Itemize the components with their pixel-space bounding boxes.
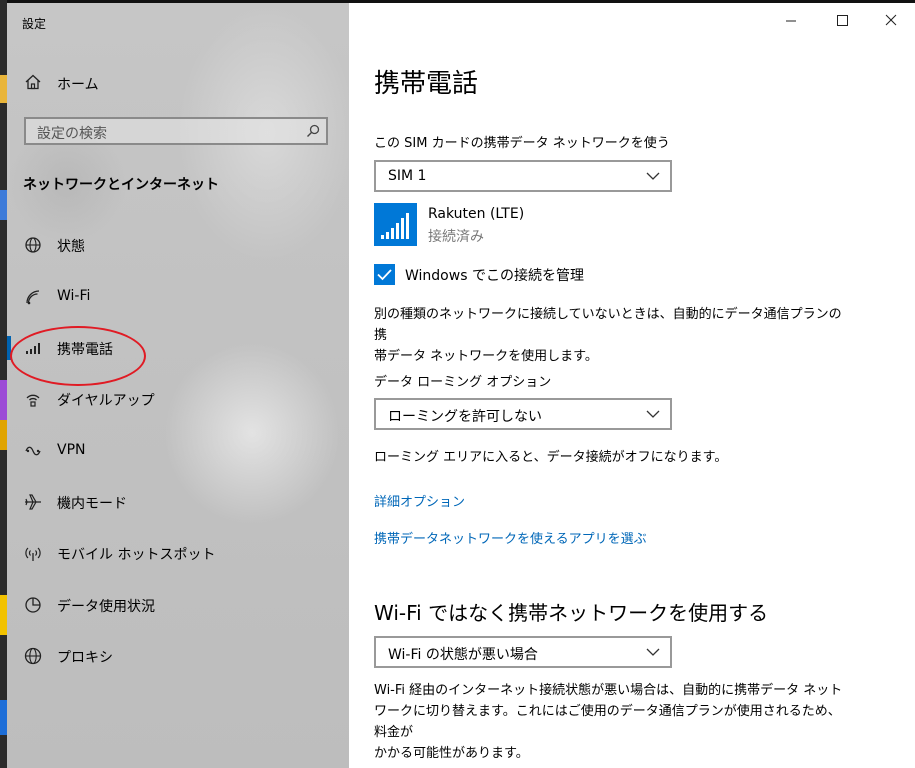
sidebar-item-label: Wi-Fi	[57, 288, 91, 304]
desktop-background	[0, 0, 7, 768]
sidebar-item-proxy[interactable]: プロキシ	[7, 636, 349, 676]
home-icon	[25, 74, 41, 90]
choose-apps-link[interactable]: 携帯データネットワークを使えるアプリを選ぶ	[374, 528, 647, 547]
network-name: Rakuten (LTE)	[428, 206, 525, 222]
minimize-icon	[786, 20, 796, 22]
roaming-label: データ ローミング オプション	[374, 375, 552, 390]
data-usage-icon	[25, 597, 41, 613]
sidebar-item-hotspot[interactable]: モバイル ホットスポット	[7, 533, 349, 573]
sidebar-item-wifi[interactable]: Wi-Fi	[7, 277, 349, 317]
settings-search-input[interactable]: 設定の検索	[24, 117, 328, 145]
chevron-down-icon	[646, 648, 660, 656]
dialup-icon	[26, 394, 40, 407]
search-icon	[307, 124, 320, 137]
desc-line: ワークに切り替えます。これにはご使用のデータ通信プランが使用されるため、料金が	[374, 704, 841, 740]
roaming-dropdown-value: ローミングを許可しない	[388, 409, 542, 425]
search-placeholder: 設定の検索	[37, 126, 107, 142]
vpn-icon	[25, 446, 41, 456]
wifi-icon	[26, 290, 40, 305]
sidebar-item-label: VPN	[57, 442, 86, 458]
desc-line: かかる可能性があります。	[374, 746, 529, 761]
sidebar-item-status[interactable]: 状態	[7, 225, 349, 265]
sidebar-item-label: モバイル ホットスポット	[57, 547, 216, 563]
auto-connect-description: 別の種類のネットワークに接続していないときは、自動的にデータ通信プランの携 帯デ…	[374, 304, 844, 367]
sim-select-label: この SIM カードの携帯データ ネットワークを使う	[374, 136, 670, 151]
sidebar-item-label: 状態	[57, 239, 85, 255]
roaming-dropdown[interactable]: ローミングを許可しない	[374, 398, 672, 430]
manage-connection-label: Windows でこの接続を管理	[405, 268, 584, 284]
roaming-description: ローミング エリアに入ると、データ接続がオフになります。	[374, 450, 728, 465]
settings-sidebar: 設定 ホーム 設定の検索 ネットワークとインターネット 状態 Wi-Fi 携帯電…	[7, 3, 349, 768]
wifi-fallback-dropdown-value: Wi-Fi の状態が悪い場合	[388, 647, 538, 663]
close-button[interactable]	[867, 3, 915, 35]
sidebar-item-label: ダイヤルアップ	[57, 393, 155, 409]
maximize-icon	[837, 15, 848, 26]
sidebar-home-label: ホーム	[57, 77, 99, 93]
wifi-fallback-heading: Wi-Fi ではなく携帯ネットワークを使用する	[374, 601, 769, 625]
sidebar-item-vpn[interactable]: VPN	[7, 431, 349, 471]
manage-connection-checkbox[interactable]	[374, 264, 395, 285]
hotspot-icon	[25, 547, 41, 561]
cellular-signal-icon	[381, 213, 409, 239]
proxy-globe-icon	[24, 647, 42, 665]
close-icon	[885, 14, 897, 26]
desc-line: Wi-Fi 経由のインターネット接続状態が悪い場合は、自動的に携帯データ ネット	[374, 683, 843, 698]
airplane-icon	[25, 494, 41, 510]
minimize-button[interactable]	[767, 3, 815, 35]
wifi-fallback-description: Wi-Fi 経由のインターネット接続状態が悪い場合は、自動的に携帯データ ネット…	[374, 680, 844, 764]
checkmark-icon	[377, 269, 392, 281]
sidebar-item-data-usage[interactable]: データ使用状況	[7, 585, 349, 625]
sidebar-item-dialup[interactable]: ダイヤルアップ	[7, 379, 349, 419]
page-title: 携帯電話	[374, 69, 479, 99]
settings-content: 携帯電話 この SIM カードの携帯データ ネットワークを使う SIM 1 Ra…	[349, 3, 915, 768]
sim-dropdown-value: SIM 1	[388, 168, 427, 184]
desc-line: 別の種類のネットワークに接続していないときは、自動的にデータ通信プランの携	[374, 307, 842, 343]
sidebar-item-label: 機内モード	[57, 496, 127, 512]
sidebar-section-title: ネットワークとインターネット	[23, 177, 219, 193]
app-title: 設定	[22, 17, 47, 31]
sidebar-home[interactable]: ホーム	[7, 65, 349, 101]
chevron-down-icon	[646, 172, 660, 180]
chevron-down-icon	[646, 410, 660, 418]
maximize-button[interactable]	[818, 3, 866, 35]
red-annotation-ellipse	[10, 326, 146, 386]
desc-line: 帯データ ネットワークを使用します。	[374, 349, 598, 364]
sidebar-item-airplane[interactable]: 機内モード	[7, 482, 349, 522]
advanced-options-link[interactable]: 詳細オプション	[374, 491, 465, 510]
globe-status-icon	[25, 237, 41, 253]
sidebar-item-label: プロキシ	[57, 650, 113, 666]
wifi-fallback-dropdown[interactable]: Wi-Fi の状態が悪い場合	[374, 636, 672, 668]
network-status: 接続済み	[428, 229, 484, 245]
sim-dropdown[interactable]: SIM 1	[374, 160, 672, 192]
sidebar-item-label: データ使用状況	[57, 599, 155, 615]
network-signal-tile	[374, 203, 417, 246]
